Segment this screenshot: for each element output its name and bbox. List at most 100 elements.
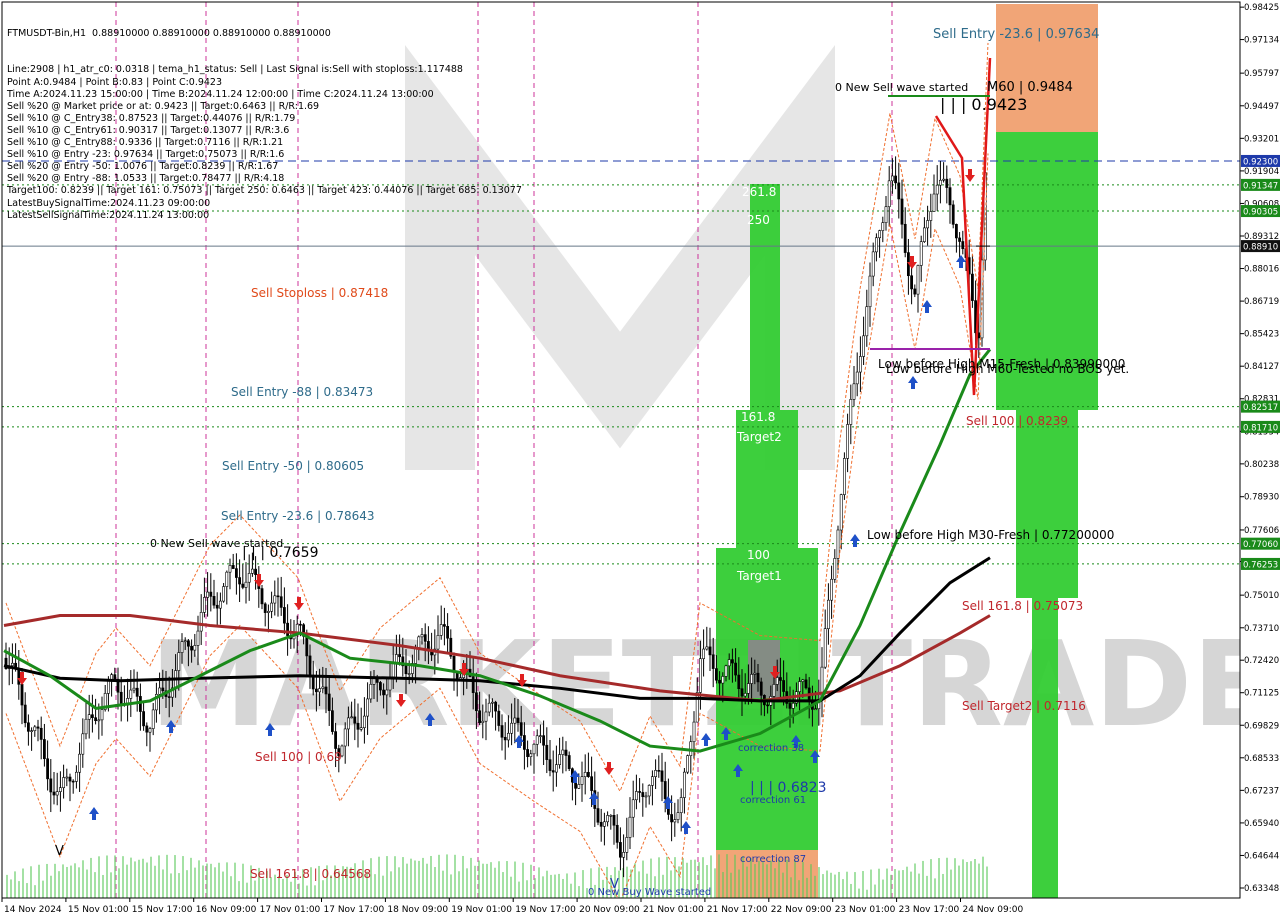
y-tick-label: 0.68533 (1244, 754, 1279, 764)
candle-body (113, 674, 117, 680)
volume-bar (414, 860, 416, 898)
candle-body (951, 204, 955, 225)
chart-level-label: correction 87 (740, 854, 806, 865)
volume-bar (34, 885, 36, 898)
volume-bar (458, 871, 460, 898)
candle-body (148, 728, 152, 733)
candle-body (830, 578, 834, 601)
volume-bar (66, 866, 68, 898)
candle-body (366, 698, 370, 717)
candle-body (298, 623, 302, 626)
candle-body (190, 645, 194, 651)
volume-bar (886, 868, 888, 898)
volume-bar (126, 864, 128, 898)
volume-bar (454, 854, 456, 898)
candle-body (551, 770, 555, 773)
volume-bar (570, 883, 572, 898)
candle-body (836, 529, 840, 559)
info-line: Sell %10 @ C_Entry88: 0.9336 || Target:0… (7, 137, 284, 149)
volume-bar (162, 869, 164, 898)
candle-body (734, 662, 738, 676)
volume-bar (534, 878, 536, 898)
candle-body (394, 654, 398, 663)
volume-bar (834, 874, 836, 898)
candle-body (62, 777, 66, 788)
chart-level-label: Target1 (736, 569, 782, 583)
info-line: Sell %20 @ Entry -50: 1.0076 || Target:0… (7, 161, 279, 173)
candle-body (500, 725, 504, 738)
volume-bar (166, 854, 168, 898)
volume-bar (474, 865, 476, 898)
chart-level-label: 261.8 (742, 185, 776, 199)
volume-bar (574, 872, 576, 898)
volume-bar (170, 873, 172, 898)
volume-bar (490, 862, 492, 898)
candle-body (750, 674, 754, 684)
volume-bar (962, 859, 964, 898)
x-tick-label: 14 Nov 2024 (4, 905, 62, 915)
candle-body (756, 672, 760, 683)
candle-body (730, 659, 734, 664)
candle-body (577, 784, 581, 789)
candle-body (842, 458, 846, 495)
candle-body (81, 733, 85, 755)
candle-body (382, 689, 386, 696)
target-zone (1032, 598, 1058, 898)
candle-body (398, 654, 402, 658)
candle-body (506, 732, 510, 741)
x-tick-label: 19 Nov 01:00 (451, 905, 512, 915)
volume-bar (462, 855, 464, 898)
volume-bar (754, 864, 756, 898)
candle-body (535, 735, 539, 745)
price-badge-label: 0.92300 (1243, 157, 1278, 167)
candle-body (327, 693, 331, 711)
volume-bar (22, 868, 24, 898)
candle-body (84, 718, 88, 735)
candle-body (647, 785, 651, 797)
volume-bar (846, 871, 848, 898)
y-tick-label: 0.77606 (1244, 526, 1279, 536)
info-line: Line:2908 | h1_atr_c0: 0.0318 | tema_h1_… (7, 64, 463, 76)
candle-body (814, 708, 818, 711)
volume-bar (734, 854, 736, 898)
sell-arrow (965, 169, 975, 182)
volume-bar (282, 878, 284, 898)
candle-body (532, 743, 536, 755)
candle-body (954, 224, 958, 239)
candle-body (804, 679, 808, 689)
chart-level-label: 0 New Sell wave started (835, 81, 968, 94)
signal-info-panel: FTMUSDT-Bin,H1 0.88910000 0.88910000 0.8… (7, 4, 522, 222)
info-line: LatestSellSignalTime:2024.11.24 13:00:00 (7, 209, 210, 221)
volume-bar (390, 871, 392, 898)
candle-body (538, 735, 542, 737)
info-line: Sell %20 @ Entry -88: 1.0533 || Target:0… (7, 173, 285, 185)
volume-bar (746, 866, 748, 898)
volume-bar (830, 872, 832, 898)
volume-bar (406, 863, 408, 898)
candle-body (682, 771, 686, 798)
volume-bar (410, 858, 412, 898)
volume-bar (46, 863, 48, 898)
candle-body (791, 702, 795, 709)
volume-bar (226, 862, 228, 898)
y-tick-label: 0.64644 (1244, 851, 1279, 861)
volume-bar (78, 867, 80, 898)
candle-body (490, 701, 494, 704)
volume-bar (938, 858, 940, 898)
candle-body (110, 674, 114, 680)
candle-body (561, 749, 565, 755)
volume-bar (298, 883, 300, 898)
candle-body (641, 792, 645, 797)
volume-bar (378, 856, 380, 898)
candle-body (321, 686, 325, 689)
y-tick-label: 0.67237 (1244, 786, 1279, 796)
y-tick-label: 0.91904 (1244, 167, 1279, 177)
candle-body (42, 739, 46, 760)
volume-bar (38, 864, 40, 898)
candle-body (199, 612, 203, 632)
candle-body (865, 306, 869, 337)
volume-bar (494, 867, 496, 898)
candle-body (631, 799, 635, 818)
x-tick-label: 23 Nov 17:00 (899, 905, 960, 915)
candle-body (775, 677, 779, 685)
